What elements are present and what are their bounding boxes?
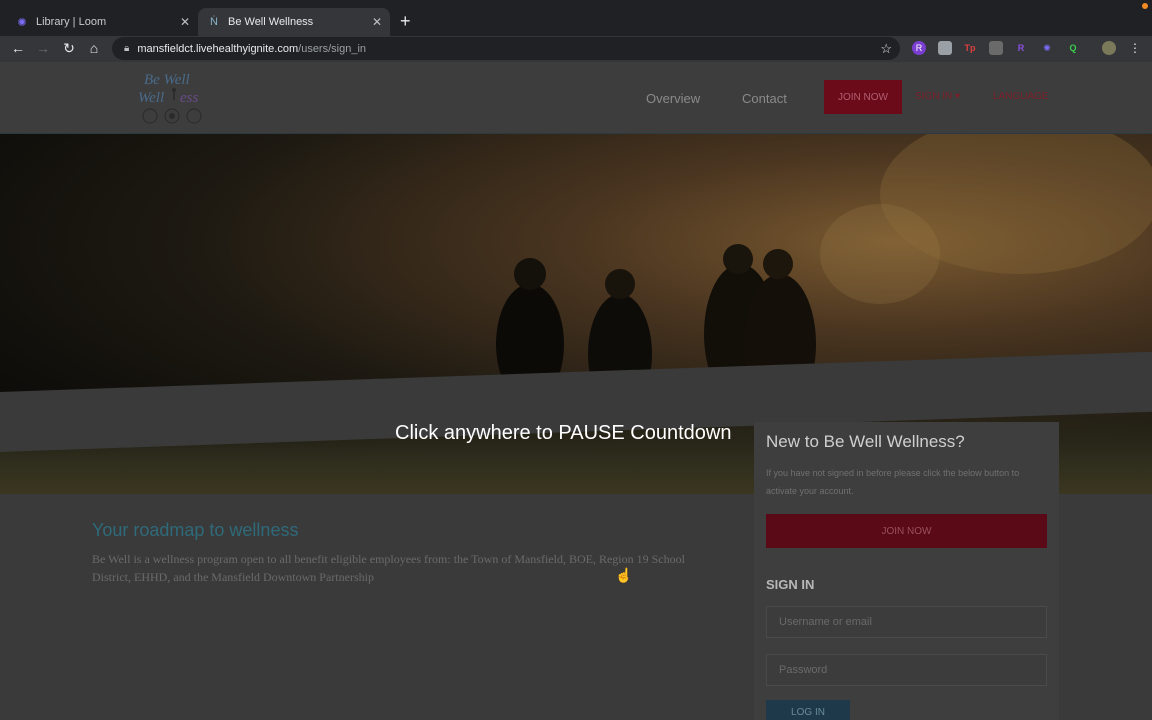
roadmap-heading: Your roadmap to wellness — [92, 520, 299, 540]
nav-overview[interactable]: Overview — [646, 91, 700, 106]
caret-down-icon: ▾ — [955, 91, 961, 102]
tab-title: Be Well Wellness — [228, 16, 314, 28]
new-tab-icon[interactable]: + — [400, 11, 411, 32]
card-description: If you have not signed in before please … — [766, 468, 1020, 496]
extension-r-icon[interactable]: R — [1014, 41, 1028, 55]
sign-in-dropdown[interactable]: SIGN IN ▾ — [915, 91, 960, 102]
svg-text:Be Well: Be Well — [144, 72, 190, 88]
tab-title: Library | Loom — [36, 16, 107, 28]
extension-icon[interactable]: R — [912, 41, 926, 55]
close-tab-icon[interactable]: ✕ — [372, 15, 382, 29]
loom-icon: ✺ — [17, 16, 27, 29]
extension-q-icon[interactable]: Q — [1066, 41, 1080, 55]
signin-card: New to Be Well Wellness? If you have not… — [754, 422, 1059, 720]
username-input[interactable] — [766, 606, 1047, 638]
tab-be-well[interactable]: Ṅ Be Well Wellness ✕ — [198, 8, 390, 36]
extension-tp-icon[interactable]: Tp — [963, 41, 977, 55]
recording-indicator-icon — [1142, 3, 1148, 9]
join-now-button[interactable]: JOIN NOW — [824, 80, 902, 114]
bookmark-star-icon[interactable]: ☆ — [880, 41, 892, 57]
url-path: /users/sign_in — [298, 42, 367, 55]
svg-text:Well: Well — [138, 90, 164, 106]
home-icon[interactable]: ⌂ — [85, 40, 103, 56]
language-menu[interactable]: LANGUAGE — [993, 91, 1049, 102]
be-well-logo[interactable]: Be Well Well ess — [138, 68, 210, 126]
card-title: New to Be Well Wellness? — [766, 432, 965, 451]
browser-tab-bar: ✺ Library | Loom ✕ Ṅ Be Well Wellness ✕ … — [0, 0, 1152, 36]
hand-cursor-icon: ☝ — [615, 567, 633, 583]
web-page: Be Well Well ess Overview Contact JOIN N… — [0, 62, 1152, 720]
extension-doc-icon[interactable] — [938, 41, 952, 55]
back-icon[interactable]: ← — [9, 40, 27, 56]
card-join-now-button[interactable]: JOIN NOW — [766, 514, 1047, 548]
menu-kebab-icon[interactable]: ⋮ — [1128, 41, 1142, 55]
pause-countdown-message[interactable]: Click anywhere to PAUSE Countdown — [395, 422, 731, 445]
address-bar[interactable]: 🔒︎ mansfieldct.livehealthyignite.com /us… — [112, 37, 900, 60]
sign-in-label: SIGN IN — [915, 91, 953, 102]
nav-contact[interactable]: Contact — [742, 91, 787, 106]
loom-extension-icon[interactable]: ✺ — [1040, 41, 1054, 55]
lock-icon: 🔒︎ — [124, 43, 130, 54]
svg-text:ess: ess — [180, 90, 198, 106]
reload-icon[interactable]: ↻ — [60, 40, 78, 57]
url-host: mansfieldct.livehealthyignite.com — [137, 42, 299, 55]
password-input[interactable] — [766, 654, 1047, 686]
log-in-button[interactable]: LOG IN — [766, 700, 850, 720]
site-header: Be Well Well ess Overview Contact JOIN N… — [0, 62, 1152, 134]
close-tab-icon[interactable]: ✕ — [180, 15, 190, 29]
browser-toolbar: ← → ↻ ⌂ 🔒︎ mansfieldct.livehealthyignite… — [0, 36, 1152, 62]
profile-avatar[interactable] — [1102, 41, 1116, 55]
extension-puzzle-icon[interactable] — [989, 41, 1003, 55]
site-icon: Ṅ — [210, 16, 218, 28]
sign-in-heading: SIGN IN — [766, 577, 815, 592]
tab-loom-library[interactable]: ✺ Library | Loom ✕ — [6, 8, 198, 36]
forward-icon[interactable]: → — [34, 40, 52, 56]
